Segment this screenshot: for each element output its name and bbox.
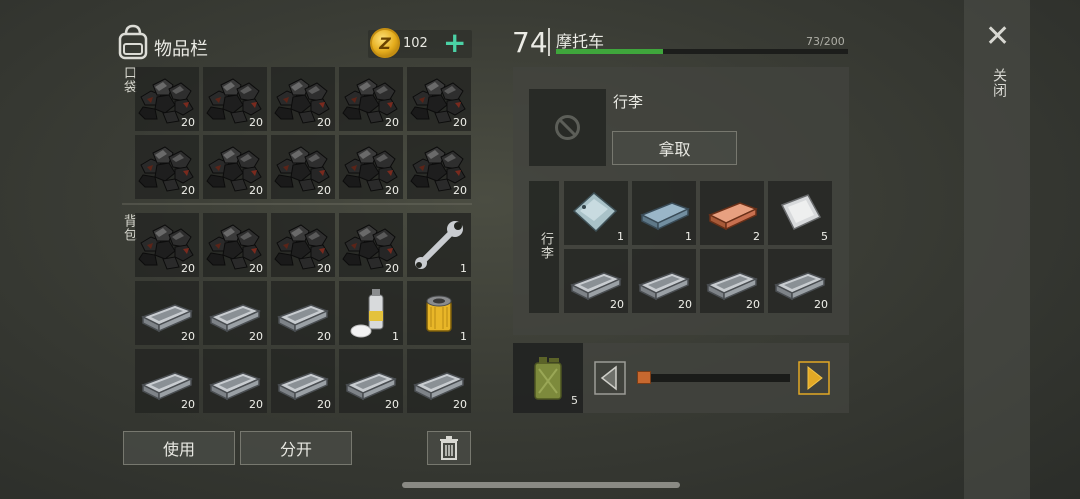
trunk-slot[interactable]: 1: [632, 181, 696, 245]
fuel-slider-track[interactable]: [637, 374, 790, 382]
item-count: 20: [317, 262, 331, 275]
vehicle-level: 74: [512, 26, 548, 59]
close-icon[interactable]: ✕: [985, 22, 1010, 52]
item-count: 1: [392, 330, 399, 343]
backpack-slot[interactable]: 20: [271, 213, 335, 277]
pocket-slot[interactable]: 20: [339, 67, 403, 131]
backpack-slot[interactable]: 20: [203, 349, 267, 413]
luggage-title: 行李: [613, 93, 644, 111]
coin-icon: Z: [370, 28, 400, 58]
backpack-slot[interactable]: 20: [407, 349, 471, 413]
item-count: 20: [317, 330, 331, 343]
luggage-slot: [529, 89, 606, 166]
take-button[interactable]: 拿取: [612, 131, 737, 165]
pocket-slot[interactable]: 20: [271, 135, 335, 199]
split-button[interactable]: 分开: [240, 431, 352, 465]
item-count: 20: [453, 116, 467, 129]
inventory-title: 物品栏: [154, 39, 208, 60]
item-count: 20: [181, 116, 195, 129]
trunk-slot[interactable]: 2: [700, 181, 764, 245]
coin-count: 102: [403, 36, 428, 51]
item-count: 20: [453, 398, 467, 411]
trunk-slot[interactable]: 20: [564, 249, 628, 313]
item-count: 1: [685, 230, 692, 243]
fuel-count: 5: [571, 394, 578, 407]
add-coins-button[interactable]: +: [443, 29, 466, 57]
backpack-slot[interactable]: 20: [203, 213, 267, 277]
trash-icon: [440, 436, 458, 460]
backpack-slot[interactable]: 20: [339, 349, 403, 413]
item-count: 20: [317, 184, 331, 197]
increase-arrow-button[interactable]: [798, 361, 830, 395]
item-count: 5: [821, 230, 828, 243]
item-count: 20: [317, 398, 331, 411]
item-count: 20: [249, 184, 263, 197]
item-count: 20: [181, 330, 195, 343]
trunk-label: 行李: [538, 232, 553, 260]
pocket-slot[interactable]: 20: [339, 135, 403, 199]
item-count: 1: [617, 230, 624, 243]
pocket-slot[interactable]: 20: [135, 135, 199, 199]
item-count: 20: [181, 184, 195, 197]
item-count: 20: [385, 116, 399, 129]
item-count: 20: [610, 298, 624, 311]
backpack-slot[interactable]: 20: [135, 349, 199, 413]
backpack-slot[interactable]: 20: [271, 281, 335, 345]
use-button[interactable]: 使用: [123, 431, 235, 465]
vehicle-capacity: 73/200: [806, 35, 845, 48]
pocket-slot[interactable]: 20: [203, 67, 267, 131]
item-count: 20: [678, 298, 692, 311]
trunk-slot[interactable]: 1: [564, 181, 628, 245]
backpack-slot[interactable]: 20: [271, 349, 335, 413]
backpack-icon: [118, 24, 148, 60]
blocked-icon: [555, 115, 580, 140]
backpack-slot[interactable]: 1: [407, 213, 471, 277]
pocket-slot[interactable]: 20: [271, 67, 335, 131]
capacity-bar-fill: [556, 49, 663, 54]
item-count: 20: [181, 262, 195, 275]
item-count: 20: [181, 398, 195, 411]
item-count: 20: [385, 398, 399, 411]
item-count: 20: [453, 184, 467, 197]
trash-button[interactable]: [427, 431, 471, 465]
pocket-slot[interactable]: 20: [407, 135, 471, 199]
close-label[interactable]: 关闭: [989, 68, 1009, 98]
item-count: 20: [746, 298, 760, 311]
title-divider: [548, 28, 550, 56]
decrease-arrow-button[interactable]: [594, 361, 626, 395]
item-count: 2: [753, 230, 760, 243]
trunk-slot[interactable]: 5: [768, 181, 832, 245]
backpack-slot[interactable]: 20: [135, 281, 199, 345]
trunk-slot[interactable]: 20: [700, 249, 764, 313]
item-count: 1: [460, 330, 467, 343]
item-count: 20: [249, 398, 263, 411]
item-count: 20: [249, 262, 263, 275]
item-count: 20: [317, 116, 331, 129]
trunk-slot[interactable]: 20: [768, 249, 832, 313]
backpack-slot[interactable]: 1: [339, 281, 403, 345]
section-divider: [122, 203, 472, 205]
fuel-slider-handle[interactable]: [637, 371, 651, 384]
item-count: 20: [385, 184, 399, 197]
pocket-slot[interactable]: 20: [407, 67, 471, 131]
item-count: 20: [814, 298, 828, 311]
item-count: 1: [460, 262, 467, 275]
backpack-slot[interactable]: 20: [135, 213, 199, 277]
home-indicator[interactable]: [402, 482, 680, 488]
pocket-slot[interactable]: 20: [203, 135, 267, 199]
trunk-slot[interactable]: 20: [632, 249, 696, 313]
backpack-slot[interactable]: 1: [407, 281, 471, 345]
item-count: 20: [385, 262, 399, 275]
backpack-slot[interactable]: 20: [203, 281, 267, 345]
pocket-slot[interactable]: 20: [135, 67, 199, 131]
item-count: 20: [249, 330, 263, 343]
backpack-slot[interactable]: 20: [339, 213, 403, 277]
item-count: 20: [249, 116, 263, 129]
